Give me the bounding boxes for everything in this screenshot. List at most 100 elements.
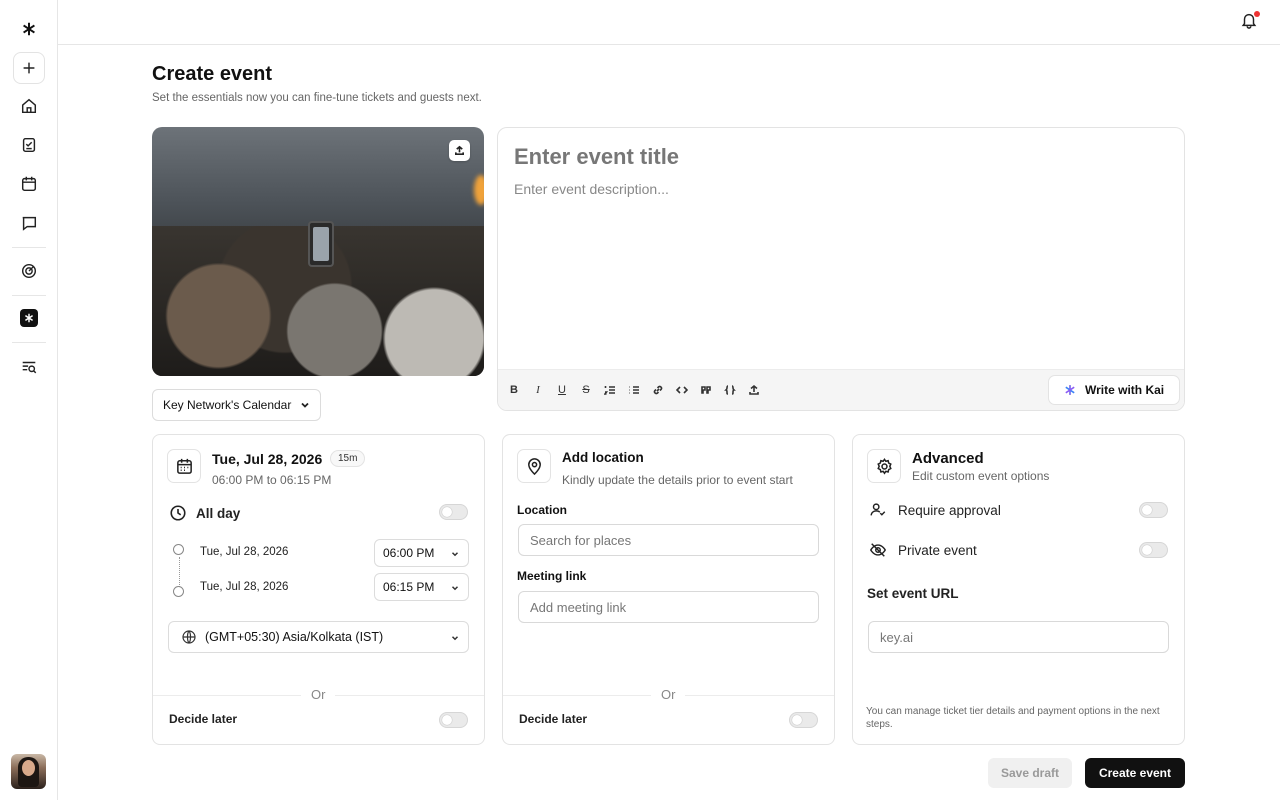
location-card-title: Add location bbox=[562, 450, 644, 465]
ordered-list-icon bbox=[604, 386, 615, 395]
end-time-select[interactable]: 06:15 PM bbox=[374, 573, 469, 601]
create-event-button[interactable]: Create event bbox=[1085, 758, 1185, 788]
event-url-label: Set event URL bbox=[867, 586, 959, 601]
top-bar bbox=[58, 0, 1280, 45]
page-subtitle: Set the essentials now you can fine-tune… bbox=[152, 92, 482, 104]
schedule-decide-later-toggle[interactable] bbox=[439, 712, 468, 728]
globe-icon bbox=[182, 630, 196, 644]
calendar-icon bbox=[167, 449, 201, 483]
braces-icon bbox=[724, 385, 736, 395]
notification-dot bbox=[1254, 11, 1260, 17]
event-description-input[interactable] bbox=[514, 181, 1154, 361]
chevron-down-icon bbox=[451, 552, 459, 557]
save-draft-button[interactable]: Save draft bbox=[988, 758, 1072, 788]
event-url-input[interactable] bbox=[868, 621, 1169, 653]
chevron-down-icon bbox=[451, 636, 459, 641]
upload-icon bbox=[455, 145, 464, 155]
eye-off-icon bbox=[869, 543, 887, 557]
chevron-down-icon bbox=[451, 586, 459, 591]
decide-later-label: Decide later bbox=[169, 712, 238, 726]
schedule-card: Tue, Jul 28, 2026 15m 06:00 PM to 06:15 … bbox=[152, 434, 485, 745]
start-time-select[interactable]: 06:00 PM bbox=[374, 539, 469, 567]
start-date: Tue, Jul 28, 2026 bbox=[200, 546, 289, 558]
timezone-select[interactable]: (GMT+05:30) Asia/Kolkata (IST) bbox=[168, 621, 469, 653]
clock-icon bbox=[170, 505, 186, 521]
meeting-link-label: Meeting link bbox=[517, 569, 587, 583]
app: Create event Set the essentials now you … bbox=[0, 0, 1280, 800]
link-button[interactable] bbox=[650, 382, 666, 398]
code-icon bbox=[676, 386, 688, 394]
ticket-note: You can manage ticket tier details and p… bbox=[866, 706, 1160, 730]
all-day-toggle[interactable] bbox=[439, 504, 468, 520]
decide-later-label: Decide later bbox=[519, 712, 588, 726]
location-search-input[interactable] bbox=[518, 524, 819, 556]
advanced-card-subtitle: Edit custom event options bbox=[912, 469, 1050, 483]
sidebar-divider bbox=[12, 295, 46, 296]
editor-toolbar: B I U S Write with Kai bbox=[498, 369, 1184, 410]
underline-button[interactable]: U bbox=[554, 382, 570, 398]
user-check-icon bbox=[870, 503, 886, 516]
upload-media-button[interactable] bbox=[746, 382, 762, 398]
event-editor: B I U S bbox=[497, 127, 1185, 411]
analytics-icon[interactable] bbox=[13, 255, 45, 287]
start-dot bbox=[173, 544, 184, 555]
timezone-value: (GMT+05:30) Asia/Kolkata (IST) bbox=[205, 630, 384, 644]
meeting-link-input[interactable] bbox=[518, 591, 819, 623]
avatar[interactable] bbox=[11, 754, 46, 789]
calendar-select-label: Key Network's Calendar bbox=[163, 398, 292, 412]
gear-icon bbox=[867, 449, 901, 483]
page-title: Create event bbox=[152, 63, 273, 85]
sidebar bbox=[0, 0, 58, 800]
cover-image[interactable] bbox=[152, 127, 484, 376]
sidebar-divider bbox=[12, 342, 46, 343]
event-title-input[interactable] bbox=[514, 144, 1154, 170]
duration-badge: 15m bbox=[330, 450, 366, 467]
link-icon bbox=[653, 385, 663, 395]
timeline-line bbox=[179, 557, 180, 587]
event-date: Tue, Jul 28, 2026 bbox=[212, 451, 323, 467]
location-label: Location bbox=[517, 503, 567, 517]
code-block-button[interactable] bbox=[722, 382, 738, 398]
location-decide-later-toggle[interactable] bbox=[789, 712, 818, 728]
end-dot bbox=[173, 586, 184, 597]
quote-icon bbox=[701, 386, 711, 394]
start-time-value: 06:00 PM bbox=[383, 546, 435, 560]
message-icon[interactable] bbox=[13, 207, 45, 239]
all-day-label: All day bbox=[196, 506, 241, 521]
kai-logo-icon[interactable] bbox=[13, 13, 45, 45]
bullet-list-icon bbox=[629, 386, 639, 394]
chevron-down-icon bbox=[301, 402, 309, 408]
calendar-select[interactable]: Key Network's Calendar bbox=[152, 389, 321, 421]
require-approval-toggle[interactable] bbox=[1139, 502, 1168, 518]
home-icon[interactable] bbox=[13, 90, 45, 122]
bullet-list-button[interactable] bbox=[626, 382, 642, 398]
search-list-icon[interactable] bbox=[13, 351, 45, 383]
event-time-range: 06:00 PM to 06:15 PM bbox=[212, 473, 332, 487]
kai-sparkle-icon bbox=[1065, 385, 1075, 395]
kai-app-icon[interactable] bbox=[13, 302, 45, 334]
plus-icon[interactable] bbox=[13, 52, 45, 84]
advanced-card: Advanced Edit custom event options Requi… bbox=[852, 434, 1185, 745]
write-with-kai-button[interactable]: Write with Kai bbox=[1048, 375, 1180, 405]
notification-bell-icon[interactable] bbox=[1240, 11, 1260, 31]
calendar-icon[interactable] bbox=[13, 168, 45, 200]
code-button[interactable] bbox=[674, 382, 690, 398]
private-event-label: Private event bbox=[898, 543, 977, 558]
upload-cover-button[interactable] bbox=[449, 140, 470, 161]
or-separator: Or bbox=[301, 687, 336, 702]
sidebar-divider bbox=[12, 247, 46, 248]
tasks-icon[interactable] bbox=[13, 129, 45, 161]
quote-button[interactable] bbox=[698, 382, 714, 398]
end-time-value: 06:15 PM bbox=[383, 580, 435, 594]
strikethrough-button[interactable]: S bbox=[578, 382, 594, 398]
advanced-card-title: Advanced bbox=[912, 450, 984, 467]
ordered-list-button[interactable] bbox=[602, 382, 618, 398]
require-approval-label: Require approval bbox=[898, 503, 1001, 518]
bold-button[interactable]: B bbox=[506, 382, 522, 398]
private-event-toggle[interactable] bbox=[1139, 542, 1168, 558]
end-date: Tue, Jul 28, 2026 bbox=[200, 581, 289, 593]
location-card-subtitle: Kindly update the details prior to event… bbox=[562, 473, 793, 487]
italic-button[interactable]: I bbox=[530, 382, 546, 398]
location-card: Add location Kindly update the details p… bbox=[502, 434, 835, 745]
or-separator: Or bbox=[651, 687, 686, 702]
